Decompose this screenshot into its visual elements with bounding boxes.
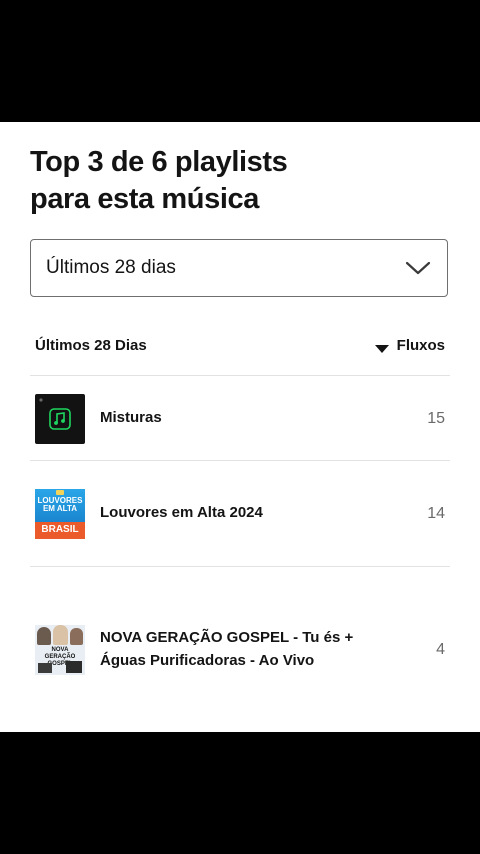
music-note-icon xyxy=(39,397,71,430)
table-row[interactable]: LOUVORES EM ALTA BRASIL Louvores em Alta… xyxy=(30,461,450,567)
table-row[interactable]: Misturas 15 xyxy=(30,377,450,461)
caret-down-icon xyxy=(374,341,389,353)
playlist-cover: NOVA GERAÇÃO GOSPEL xyxy=(35,624,85,675)
cover-label: BRASIL xyxy=(35,521,85,539)
sort-by-streams-button[interactable]: Fluxos xyxy=(374,337,445,354)
period-dropdown-value: Últimos 28 dias xyxy=(46,257,176,278)
playlist-title: Misturas xyxy=(100,409,162,427)
playlist-title: Louvores em Alta 2024 xyxy=(100,504,263,522)
streams-column-header: Fluxos xyxy=(396,337,445,354)
playlist-cover: LOUVORES EM ALTA BRASIL xyxy=(35,488,85,539)
playlist-cover xyxy=(35,393,85,444)
table-row[interactable]: NOVA GERAÇÃO GOSPEL NOVA GERAÇÃO GOSPEL … xyxy=(30,567,450,732)
chevron-down-icon xyxy=(405,260,431,276)
stream-count: 15 xyxy=(427,409,445,427)
stream-count: 4 xyxy=(436,640,445,658)
cover-label: LOUVORES EM ALTA xyxy=(37,495,83,513)
screen: Top 3 de 6 playlists para esta música Úl… xyxy=(0,0,480,854)
period-dropdown[interactable]: Últimos 28 dias xyxy=(30,239,448,297)
period-column-header: Últimos 28 Dias xyxy=(35,337,147,354)
title-line-1: Top 3 de 6 playlists xyxy=(30,146,288,178)
page-title: Top 3 de 6 playlists para esta música xyxy=(30,144,430,218)
playlists-card: Top 3 de 6 playlists para esta música Úl… xyxy=(0,122,480,732)
playlist-title: NOVA GERAÇÃO GOSPEL - Tu és + Águas Puri… xyxy=(100,629,354,669)
table-header: Últimos 28 Dias Fluxos xyxy=(30,330,450,376)
stream-count: 14 xyxy=(427,504,445,522)
title-line-2: para esta música xyxy=(30,183,259,215)
